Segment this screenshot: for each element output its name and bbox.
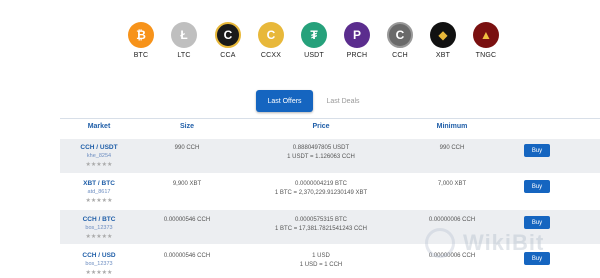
coin-label: USDT: [304, 52, 324, 59]
coin-label: CCH: [392, 52, 408, 59]
buy-button[interactable]: Buy: [524, 144, 550, 157]
rating-stars: ★★★★★: [85, 234, 113, 240]
tab-last-offers[interactable]: Last Offers: [256, 90, 313, 112]
price-cell: 0.0000004219 BTC 1 BTC = 2,370,229.91230…: [275, 180, 367, 198]
xbt-icon: ◆: [430, 22, 456, 48]
rating-stars: ★★★★★: [85, 162, 113, 168]
coin-ccxx[interactable]: C CCXX: [251, 22, 291, 59]
coin-prch[interactable]: P PRCH: [337, 22, 377, 59]
wikibit-logo-icon: [425, 228, 455, 258]
market-cell: XBT / BTC atd_8617 ★★★★★: [83, 179, 115, 206]
coin-cca[interactable]: C CCA: [208, 22, 248, 59]
table-row: XBT / BTC atd_8617 ★★★★★ 9,900 XBT 0.000…: [60, 174, 600, 208]
user-link[interactable]: khe_8254: [80, 152, 117, 161]
watermark-text: WikiBit: [463, 230, 545, 255]
size-cell: 0.00000546 CCH: [163, 217, 211, 223]
coin-list: ₿ BTC Ł LTC C CCA C CCXX ₮ USDT P PRCH C…: [0, 22, 600, 62]
minimum-cell: 7,000 XBT: [437, 181, 467, 187]
offer-tabs: Last Offers Last Deals: [0, 90, 600, 112]
coin-label: XBT: [435, 52, 451, 59]
minimum-cell: 990 CCH: [439, 145, 465, 151]
coin-usdt[interactable]: ₮ USDT: [294, 22, 334, 59]
table-header: Market Size Price Minimum: [60, 123, 600, 135]
price-cell: 0.88804978​05 USDT 1 USDT = 1.126063 CCH: [287, 144, 355, 162]
table-row: CCH / USDT khe_8254 ★★★★★ 990 CCH 0.8880…: [60, 139, 600, 173]
coin-label: CCA: [220, 52, 236, 59]
coin-label: TNGC: [475, 52, 497, 59]
pair-link[interactable]: CCH / BTC: [83, 215, 116, 224]
price-value: 0.88804978​05 USDT: [292, 145, 350, 151]
market-cell: CCH / USD bos_12373 ★★★★★: [82, 251, 115, 278]
header-price: Price: [312, 123, 330, 130]
user-link[interactable]: atd_8617: [83, 188, 115, 197]
pair-link[interactable]: CCH / USDT: [80, 143, 117, 152]
price-cell: 0.0000575315 BTC 1 BTC = 17,381.78215412…: [275, 216, 367, 234]
cch-icon: C: [387, 22, 413, 48]
header-minimum: Minimum: [436, 123, 468, 130]
user-link[interactable]: bos_12373: [82, 260, 115, 269]
size-cell: 9,900 XBT: [172, 181, 202, 187]
cca-icon: C: [215, 22, 241, 48]
price-value: 0.0000575315 BTC: [294, 217, 348, 223]
market-cell: CCH / USDT khe_8254 ★★★★★: [80, 143, 117, 170]
bitcoin-icon: ₿: [128, 22, 154, 48]
exchange-rate: 1 USD = 1 CCH: [299, 262, 343, 268]
price-value: 0.0000004219 BTC: [294, 181, 348, 187]
coin-ltc[interactable]: Ł LTC: [164, 22, 204, 59]
coin-cch[interactable]: C CCH: [380, 22, 420, 59]
coin-label: PRCH: [346, 52, 368, 59]
size-cell: 990 CCH: [174, 145, 200, 151]
coin-label: BTC: [133, 52, 149, 59]
price-cell: 1 USD 1 USD = 1 CCH: [300, 252, 343, 270]
price-value: 1 USD: [312, 253, 330, 259]
coin-label: CCXX: [260, 52, 282, 59]
coin-xbt[interactable]: ◆ XBT: [423, 22, 463, 59]
divider: [60, 118, 600, 119]
minimum-cell: 0.00000006 CCH: [428, 217, 476, 223]
tab-last-deals[interactable]: Last Deals: [318, 90, 368, 112]
rating-stars: ★★★★★: [85, 198, 113, 204]
coin-label: LTC: [177, 52, 191, 59]
exchange-rate: 1 BTC = 2,370,229.91230149 XBT: [274, 190, 368, 196]
size-cell: 0.00000546 CCH: [163, 253, 211, 259]
litecoin-icon: Ł: [171, 22, 197, 48]
ccxx-icon: C: [258, 22, 284, 48]
user-link[interactable]: bos_12373: [83, 224, 116, 233]
buy-button[interactable]: Buy: [524, 180, 550, 193]
coin-tngc[interactable]: ▲ TNGC: [466, 22, 506, 59]
watermark: WikiBit: [425, 228, 595, 260]
market-cell: CCH / BTC bos_12373 ★★★★★: [83, 215, 116, 242]
prch-icon: P: [344, 22, 370, 48]
header-size: Size: [179, 123, 195, 130]
pair-link[interactable]: XBT / BTC: [83, 179, 115, 188]
exchange-rate: 1 USDT = 1.126063 CCH: [287, 154, 355, 160]
tngc-icon: ▲: [473, 22, 499, 48]
pair-link[interactable]: CCH / USD: [82, 251, 115, 260]
header-market: Market: [87, 123, 111, 130]
exchange-rate: 1 BTC = 17,381.7821541243 CCH: [275, 226, 367, 232]
tether-icon: ₮: [301, 22, 327, 48]
rating-stars: ★★★★★: [85, 270, 113, 276]
coin-btc[interactable]: ₿ BTC: [121, 22, 161, 59]
